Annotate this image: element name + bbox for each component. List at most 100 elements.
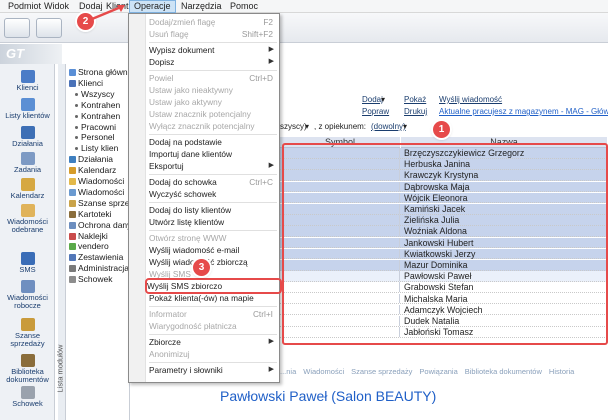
mail-toolbar-button[interactable] (4, 18, 30, 38)
menu-item[interactable]: Importuj dane klientów (149, 148, 277, 160)
menu-item[interactable]: Pokaż klienta(-ów) na mapie (149, 292, 277, 304)
edit-link[interactable]: Popraw (362, 107, 389, 116)
filter-value[interactable]: szyscy) (280, 122, 307, 131)
detail-tab[interactable]: Wiadomości (303, 367, 344, 376)
client-name: Pawłowski Paweł (220, 388, 328, 404)
module-tree: Strona główn Klienci Wszyscy Kontrahen Kontr… (58, 64, 130, 420)
tree-item[interactable]: Kontrahen (69, 111, 120, 122)
tree-item[interactable]: Listy klien (69, 143, 118, 154)
tree-item[interactable]: Zestawienia (69, 252, 123, 263)
menubar-item-pomoc[interactable]: Pomoc (226, 0, 262, 13)
menu-item[interactable]: Parametry i słowniki ▶ (149, 364, 277, 376)
nav-item-9[interactable]: Biblioteka dokumentów (0, 354, 55, 384)
tree-item[interactable]: Personel (69, 132, 115, 143)
module-icon (69, 232, 76, 240)
menubar-item-operacje[interactable]: Operacje (129, 0, 176, 13)
detail-tab[interactable]: Powiązania (419, 367, 457, 376)
left-navigation: Klienci Listy klientów Działania Zadania Kal… (0, 64, 55, 420)
nav-item-1[interactable]: Listy klientów (0, 98, 55, 120)
menu-item[interactable]: Dodaj/zmień flagę F2 (149, 16, 277, 28)
menu-item[interactable]: Powiel Ctrl+D (149, 72, 277, 84)
menu-item[interactable]: Ustaw jako aktywny (149, 96, 277, 108)
tree-item[interactable]: Wiadomości (69, 187, 124, 198)
app-logo: GT (0, 44, 62, 64)
detail-tab[interactable]: Szanse sprzedaży (351, 367, 412, 376)
tree-item[interactable]: Naklejki (69, 231, 108, 242)
menu-item-send-sms-bulk[interactable]: Wyślij SMS zbiorczo (145, 278, 282, 294)
nav-item-3[interactable]: Zadania (0, 152, 55, 174)
tree-item[interactable]: Wszyscy (69, 89, 115, 100)
show-link[interactable]: Pokaż (404, 95, 426, 104)
menu-item-label: Otwórz stronę WWW (149, 233, 227, 243)
menu-item[interactable]: Informator Ctrl+I (149, 308, 277, 320)
operations-menu: Dodaj/zmień flagę F2 Usuń flagę Shift+F2 Wyp… (128, 13, 282, 383)
tree-item-label: Wiadomości (78, 186, 125, 197)
menu-item[interactable]: Dodaj do listy klientów (149, 204, 277, 216)
tree-item-label: Kalendarz (78, 165, 117, 176)
toolbar-button[interactable] (36, 18, 62, 38)
menu-item[interactable]: Ustaw znacznik potencjalny (149, 108, 277, 120)
nav-label: Listy klientów (5, 111, 50, 120)
menu-item-label: Ustaw znacznik potencjalny (149, 109, 251, 119)
menu-item[interactable]: Wyczyść schowek (149, 188, 277, 200)
filter-arrow[interactable]: ▾ (305, 122, 309, 131)
caretaker-arrow[interactable]: ▾ (403, 122, 407, 131)
nav-item-7[interactable]: Wiadomości robocze (0, 280, 55, 310)
tree-item[interactable]: Strona główn (69, 67, 128, 78)
menu-item[interactable]: Anonimizuj (149, 348, 277, 360)
caretaker-select[interactable]: (dowolny) (371, 122, 406, 131)
menu-item[interactable]: Dodaj na podstawie (149, 136, 277, 148)
module-list-tab[interactable]: Lista modułów (55, 64, 66, 420)
menu-item[interactable]: Eksportuj ▶ (149, 160, 277, 172)
tree-item[interactable]: Ochrona dany (69, 220, 129, 231)
tree-item[interactable]: Szanse sprzed (69, 198, 129, 209)
tree-item[interactable]: Pracowni (69, 122, 116, 133)
detail-tab[interactable]: Biblioteka dokumentów (465, 367, 542, 376)
tree-item[interactable]: vendero (69, 241, 109, 252)
menu-item[interactable]: Ustaw jako nieaktywny (149, 84, 277, 96)
detail-tab[interactable]: Historia (549, 367, 574, 376)
menu-item[interactable]: Wyślij SMS (149, 268, 277, 280)
tree-item[interactable]: Wiadomości (69, 176, 124, 187)
menu-item[interactable]: Dopisz ▶ (149, 56, 277, 68)
nav-item-2[interactable]: Działania (0, 126, 55, 148)
menu-item[interactable]: Wypisz dokument ▶ (149, 44, 277, 56)
tree-item[interactable]: Schowek (69, 274, 113, 285)
nav-item-6[interactable]: SMS (0, 252, 55, 274)
menubar-item-podmiot[interactable]: Podmiot (4, 0, 45, 13)
detail-tab[interactable]: ...nia (280, 367, 296, 376)
tree-item[interactable]: Kontrahen (69, 100, 120, 111)
menubar-item-narz-dzia[interactable]: Narzędzia (177, 0, 226, 13)
menu-separator (149, 306, 277, 307)
menu-item[interactable]: Zbiorcze ▶ (149, 336, 277, 348)
nav-item-0[interactable]: Klienci (0, 70, 55, 92)
send-message-link[interactable]: Wyślij wiadomość (439, 95, 502, 104)
warehouse-link[interactable]: Aktualne pracujesz z magazynem - MAG - G… (439, 107, 608, 116)
nav-label: Wiadomości robocze (7, 293, 48, 310)
tree-item[interactable]: Administracja (69, 263, 129, 274)
tree-item[interactable]: Klienci (69, 78, 103, 89)
nav-item-8[interactable]: Szanse sprzedaży (0, 318, 55, 348)
menu-item[interactable]: Utwórz listę klientów (149, 216, 277, 228)
menu-item[interactable]: Dodaj do schowka Ctrl+C (149, 176, 277, 188)
menu-item[interactable]: Wiarygodność płatnicza (149, 320, 277, 332)
nav-item-4[interactable]: Kalendarz (0, 178, 55, 200)
nav-item-5[interactable]: Wiadomości odebrane (0, 204, 55, 234)
menubar-item-widok[interactable]: Widok (40, 0, 73, 13)
menu-item[interactable]: Usuń flagę Shift+F2 (149, 28, 277, 40)
add-dropdown[interactable]: Dodaj (362, 95, 383, 104)
tree-item-label: vendero (78, 241, 109, 252)
menu-item[interactable]: Otwórz stronę WWW (149, 232, 277, 244)
menu-item[interactable]: Wyłącz znacznik potencjalny (149, 120, 277, 132)
nav-icon (20, 126, 35, 139)
menu-item[interactable]: Wyślij wiadomość e-mail (149, 244, 277, 256)
tree-item[interactable]: Działania (69, 154, 113, 165)
print-link[interactable]: Drukuj (404, 107, 427, 116)
nav-item-10[interactable]: Schowek (0, 386, 55, 408)
tree-item-label: Klienci (78, 77, 104, 88)
nav-icon (20, 318, 35, 331)
tree-item[interactable]: Kartoteki (69, 209, 112, 220)
menu-item[interactable]: Wyślij wiadomość zbiorczą (149, 256, 277, 268)
add-dropdown-arrow[interactable]: ▾ (381, 95, 385, 104)
tree-item[interactable]: Kalendarz (69, 165, 116, 176)
